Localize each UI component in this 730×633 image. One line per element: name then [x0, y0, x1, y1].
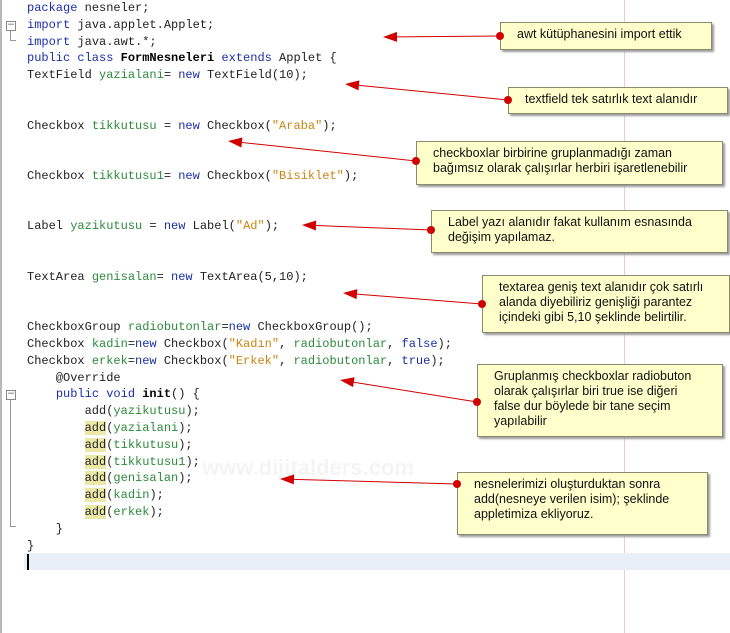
arrow-line — [358, 84, 509, 101]
arrow-head-icon — [340, 377, 355, 388]
anchor-dot-icon — [473, 398, 481, 406]
arrow-head-icon — [383, 31, 398, 42]
anchor-dot-icon — [412, 157, 420, 165]
arrow-line — [315, 225, 432, 231]
anchor-dot-icon — [504, 96, 512, 104]
anchor-dot-icon — [478, 300, 486, 308]
arrow-head-icon — [345, 80, 360, 91]
arrow-head-icon — [343, 289, 358, 300]
arrow-head-icon — [280, 474, 295, 485]
arrow-line — [396, 35, 501, 38]
anchor-dot-icon — [453, 480, 461, 488]
anchor-dot-icon — [427, 226, 435, 234]
arrow-line — [241, 141, 417, 162]
annotation-arrows — [228, 31, 512, 488]
arrow-line — [353, 381, 478, 403]
arrow-head-icon — [228, 137, 243, 148]
arrow-line — [293, 478, 458, 485]
arrow-head-icon — [302, 220, 317, 231]
arrow-line — [356, 293, 483, 305]
anchor-dot-icon — [496, 32, 504, 40]
